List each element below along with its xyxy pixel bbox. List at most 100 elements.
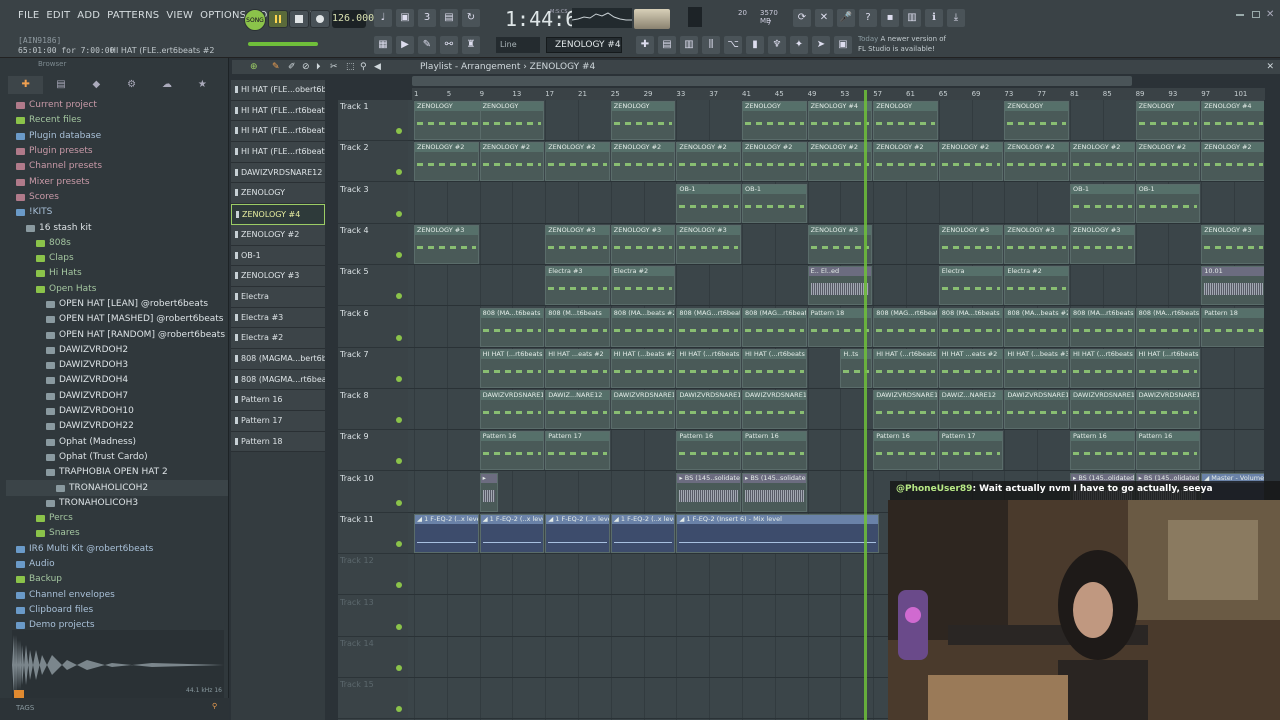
select-tool-icon[interactable]: ⬚ (346, 60, 355, 74)
browser-item[interactable]: Audio (6, 557, 228, 572)
browser-item[interactable]: Backup (6, 572, 228, 587)
track-header[interactable]: Track 4 (338, 224, 408, 265)
browser-item[interactable]: Clipboard files (6, 603, 228, 618)
playlist-clip[interactable]: HI HAT (...rt6beats (479, 348, 545, 388)
playlist-clip[interactable]: ZENOLOGY #3 (1004, 224, 1069, 264)
playlist-clip[interactable]: ◢ 1 F-EQ-2 (Insert 6) - Mix level (676, 514, 879, 553)
playlist-clip[interactable]: ZENOLOGY #3 (1070, 224, 1135, 264)
piano-icon[interactable]: ▥ (903, 9, 921, 27)
browser-item[interactable]: Plugin presets (6, 144, 228, 159)
draw-tool-icon[interactable]: ✎ (272, 60, 280, 74)
browser-item[interactable]: Snares (6, 526, 228, 541)
track-mute-icon[interactable] (396, 706, 402, 713)
playlist-clip[interactable]: ZENOLOGY #3 (414, 224, 479, 264)
browser-item[interactable]: DAWIZVRDOH22 (6, 419, 228, 434)
browser-item[interactable]: Scores (6, 190, 228, 205)
pattern-picker-item[interactable]: Electra (231, 286, 325, 308)
pattern-picker-item[interactable]: OB-1 (231, 245, 325, 267)
track-header[interactable]: Track 5 (338, 265, 408, 307)
menu-add[interactable]: ADD (77, 10, 100, 21)
mute-tool-icon[interactable]: ⏵ (316, 60, 321, 74)
playlist-clip[interactable]: OB-1 (676, 183, 741, 223)
playlist-clip[interactable]: Pattern 17 (938, 431, 1004, 471)
playlist-clip[interactable]: Pattern 16 (742, 431, 807, 471)
browser-item[interactable]: TRONAHOLICOH3 (6, 496, 228, 511)
playlist-clip[interactable]: ZENOLOGY #3 (676, 224, 741, 264)
playlist-clip[interactable]: HI HAT ...eats #2 (545, 348, 610, 388)
zoom-tool-icon[interactable]: ⚲ (360, 60, 367, 74)
track-mute-icon[interactable] (396, 499, 402, 506)
playback-tool-icon[interactable]: ◀ (374, 60, 381, 74)
playlist-clip[interactable]: Pattern 16 (873, 431, 938, 471)
playlist-clip[interactable]: Pattern 16 (1070, 431, 1135, 471)
preview-play-icon[interactable] (14, 690, 24, 698)
browser-item[interactable]: IR6 Multi Kit @robert6beats (6, 542, 228, 557)
playlist-icon[interactable]: ▦ (374, 36, 392, 54)
mic-icon[interactable]: 🎤 (837, 9, 855, 27)
playlist-clip[interactable]: 10.01 (1201, 266, 1264, 306)
pattern-picker-item[interactable]: Pattern 16 (231, 390, 325, 411)
browser-item[interactable]: Hi Hats (6, 266, 228, 281)
loop-record-icon[interactable]: ↻ (462, 9, 480, 27)
playlist-clip[interactable]: HI HAT (...beats #3 (610, 348, 676, 388)
slip-tool-icon[interactable]: ✂ (330, 60, 338, 74)
menu-patterns[interactable]: PATTERNS (107, 10, 159, 21)
browser-item[interactable]: !KITS (6, 205, 228, 220)
track-mute-icon[interactable] (396, 541, 402, 547)
playlist-clip[interactable]: HI HAT (...beats #3 (1004, 348, 1069, 388)
browser-item[interactable]: OPEN HAT [LEAN] @robert6beats (6, 297, 228, 312)
record-button[interactable] (310, 10, 330, 28)
playlist-view-icon[interactable]: ▤ (658, 36, 676, 54)
playlist-clip[interactable]: ◢ 1 F-EQ-2 (..x level (545, 514, 610, 553)
track-mute-icon[interactable] (396, 375, 402, 382)
track-header[interactable]: Track 13 (338, 596, 408, 637)
blend-notes-icon[interactable]: ▤ (440, 9, 458, 27)
playlist-clip[interactable]: ▸ BS (145..solidated) (742, 472, 807, 512)
playlist-clip[interactable]: ZENOLOGY #2 (1201, 142, 1264, 182)
track-header[interactable]: Track 2 (338, 141, 408, 183)
playlist-clip[interactable]: 808 (MA...rt6beats (1135, 307, 1201, 347)
browser-item[interactable]: TRAPHOBIA OPEN HAT 2 (6, 465, 228, 480)
track-header[interactable]: Track 12 (338, 554, 408, 596)
paint-tool-icon[interactable]: ✐ (288, 60, 296, 74)
playhead[interactable] (864, 90, 867, 720)
record-mode-icon[interactable]: ▣ (396, 9, 414, 27)
link-icon[interactable]: ⚯ (440, 36, 458, 54)
playlist-clip[interactable]: ZENOLOGY (742, 101, 807, 140)
playlist-clip[interactable]: ZENOLOGY #2 (1070, 142, 1135, 182)
track-header[interactable]: Track 1 (338, 100, 408, 141)
track-mute-icon[interactable] (396, 458, 402, 465)
next-icon[interactable]: ▶ (396, 36, 414, 54)
browser-tab-3-icon[interactable]: ⚙ (114, 76, 149, 94)
pattern-picker-item[interactable]: ZENOLOGY #2 (231, 224, 325, 246)
playlist-clip[interactable]: ◢ 1 F-EQ-2 (..x level (610, 514, 676, 553)
playlist-clip[interactable]: ZENOLOGY #2 (414, 142, 479, 182)
playlist-clip[interactable]: 808 (MA...beats #2 (1004, 307, 1069, 347)
channel-rack-icon[interactable]: ▥ (680, 36, 698, 54)
browser-item[interactable]: 16 stash kit (6, 220, 228, 235)
save-icon[interactable]: ▪ (881, 9, 899, 27)
playlist-clip[interactable]: DAWIZVRDSNARE12 (742, 390, 807, 430)
playlist-clip[interactable]: ZENOLOGY (873, 101, 938, 140)
master-volume-slider[interactable] (248, 42, 318, 46)
playlist-clip[interactable]: Pattern 18 (1201, 307, 1264, 347)
playlist-clip[interactable]: ZENOLOGY (610, 101, 676, 140)
browser-item[interactable]: Channel presets (6, 159, 228, 174)
browser-tab-2-icon[interactable]: ◆ (79, 76, 114, 94)
track-mute-icon[interactable] (396, 623, 402, 630)
playlist-clip[interactable]: Pattern 18 (807, 307, 873, 347)
playlist-clip[interactable]: DAWIZ...NARE12 (938, 390, 1004, 430)
cart-icon[interactable]: ▣ (834, 36, 852, 54)
playlist-clip[interactable]: E.. El..ed (807, 266, 873, 306)
playlist-clip[interactable]: ZENOLOGY #2 (938, 142, 1004, 182)
touch-icon[interactable]: ✦ (790, 36, 808, 54)
track-mute-icon[interactable] (396, 293, 402, 300)
playlist-clip[interactable]: HI HAT ...eats #2 (938, 348, 1004, 388)
playlist-clip[interactable]: 808 (MAG...rt6beats (742, 307, 807, 347)
pattern-picker-item[interactable]: 808 (MAGMA...rt6beats #2 (231, 369, 325, 391)
pattern-picker-item[interactable]: HI HAT (FLE...rt6beats #3 (231, 100, 325, 122)
browser-tab-1-icon[interactable]: ▤ (43, 76, 78, 94)
playlist-clip[interactable]: ZENOLOGY #3 (545, 224, 610, 264)
stamp-icon[interactable]: ♜ (462, 36, 480, 54)
playlist-clip[interactable]: ZENOLOGY #3 (807, 224, 873, 264)
